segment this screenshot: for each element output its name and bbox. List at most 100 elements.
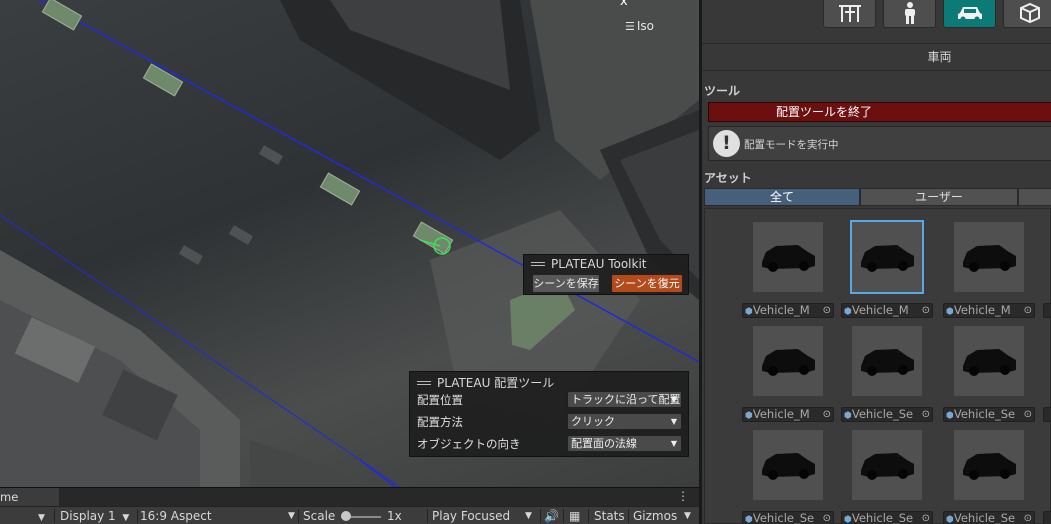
asset-tile[interactable] xyxy=(852,326,922,396)
asset-name: Vehicle_Se xyxy=(851,407,914,421)
target-icon[interactable]: ⊙ xyxy=(823,408,831,421)
asset-tile[interactable] xyxy=(850,220,924,294)
vehicle-thumbnail-icon xyxy=(963,245,1016,272)
tools-label: ツール xyxy=(704,84,741,98)
asset-object-field[interactable] xyxy=(1043,303,1051,318)
asset-tile[interactable] xyxy=(954,326,1024,396)
asset-tile[interactable] xyxy=(954,430,1024,500)
placement-title: PLATEAU 配置ツール xyxy=(437,376,555,390)
asset-name: Vehicle_Se xyxy=(752,511,815,524)
asset-name: Vehicle_Se xyxy=(851,511,914,524)
tab-game[interactable]: me xyxy=(0,488,59,507)
grip-icon[interactable] xyxy=(531,262,545,266)
placement-method-select[interactable]: クリック ▼ xyxy=(567,413,682,430)
plateau-panel: 車両 ツール 配置ツールを終了 ! 配置モードを実行中 アセット 全て ユーザー… xyxy=(702,0,1051,524)
asset-object-field[interactable]: ⬢Vehicle_M ⊙ xyxy=(742,303,834,318)
close-icon[interactable]: x xyxy=(620,0,628,9)
asset-name: Vehicle_Se xyxy=(953,407,1016,421)
placement-position-value: トラックに沿って配置 xyxy=(571,393,681,406)
iso-toggle[interactable]: ☰ Iso xyxy=(625,19,654,33)
vehicle-thumbnail-icon xyxy=(861,453,914,480)
person-icon xyxy=(904,1,915,24)
gizmos-dropdown[interactable]: Gizmos ▼ xyxy=(633,507,691,524)
aspect-dropdown[interactable]: 16:9 Aspect ▼ xyxy=(140,507,295,524)
asset-object-field[interactable]: ⬢Vehicle_Se ⊙ xyxy=(742,511,834,524)
asset-name: Vehicle_M xyxy=(752,303,810,317)
scale-label: Scale xyxy=(303,509,336,523)
asset-object-field[interactable]: ⬢Vehicle_M ⊙ xyxy=(742,407,834,422)
prefab-icon: ⬢ xyxy=(745,515,753,524)
asset-tile[interactable] xyxy=(852,430,922,500)
vehicle-thumbnail-icon xyxy=(963,349,1016,376)
prefab-icon: ⬢ xyxy=(745,307,753,317)
stats-button[interactable]: Stats xyxy=(594,507,625,524)
target-icon[interactable]: ⊙ xyxy=(1024,304,1032,317)
asset-tile[interactable] xyxy=(753,430,823,500)
more-options-icon[interactable]: ⋮ xyxy=(677,489,689,503)
vehicle-thumbnail-icon xyxy=(762,349,815,376)
target-icon[interactable]: ⊙ xyxy=(823,304,831,317)
prefab-icon: ⬢ xyxy=(844,515,852,524)
object-orientation-value: 配置面の法線 xyxy=(571,437,637,450)
target-icon[interactable]: ⊙ xyxy=(823,512,831,524)
prefab-icon: ⬢ xyxy=(745,411,753,421)
chevron-down-icon[interactable]: ▼ xyxy=(38,507,45,524)
vehicle-thumbnail-icon xyxy=(762,245,815,272)
tab-all[interactable]: 全て xyxy=(704,188,860,206)
tab-user[interactable]: ユーザー xyxy=(860,188,1018,206)
scale-value: 1x xyxy=(387,509,402,523)
category-person-button[interactable] xyxy=(883,0,936,28)
prefab-icon: ⬢ xyxy=(844,307,852,317)
category-vehicle-button[interactable] xyxy=(943,0,996,28)
asset-object-field[interactable]: ⬢Vehicle_M ⊙ xyxy=(841,303,933,318)
assets-label: アセット xyxy=(704,171,752,185)
asset-object-field[interactable]: ⬢Vehicle_Se ⊙ xyxy=(841,407,933,422)
end-placement-button[interactable]: 配置ツールを終了 xyxy=(708,102,1051,122)
asset-tile[interactable] xyxy=(753,326,823,396)
target-icon[interactable]: ⊙ xyxy=(922,304,930,317)
placement-position-label: 配置位置 xyxy=(417,393,463,407)
game-toolbar: ▼ Display 1 ▼ 16:9 Aspect ▼ Scale 1x Play… xyxy=(0,506,699,524)
scale-slider-thumb[interactable] xyxy=(341,511,351,521)
placement-position-select[interactable]: トラックに沿って配置 ▼ xyxy=(567,391,682,408)
asset-object-field[interactable] xyxy=(1043,511,1051,524)
toolkit-title: PLATEAU Toolkit xyxy=(551,257,647,271)
menu-lines-icon: ☰ xyxy=(625,20,635,33)
category-pole-button[interactable] xyxy=(823,0,876,28)
scene-view[interactable]: x ☰ Iso PLATEAU Toolkit シーンを保存 シーンを復元 PLA… xyxy=(0,0,699,487)
category-object-button[interactable] xyxy=(1003,0,1051,28)
asset-object-field[interactable] xyxy=(1043,407,1051,422)
restore-scene-button[interactable]: シーンを復元 xyxy=(611,274,683,293)
display-dropdown[interactable]: Display 1 ▼ xyxy=(60,507,129,524)
pole-icon xyxy=(838,4,861,22)
target-icon[interactable]: ⊙ xyxy=(1024,512,1032,524)
save-scene-button[interactable]: シーンを保存 xyxy=(532,274,600,293)
vehicle-thumbnail-icon xyxy=(861,245,914,272)
grid-icon[interactable]: ▦ xyxy=(569,507,580,524)
cube-icon xyxy=(1019,2,1040,23)
asset-name: Vehicle_Se xyxy=(953,511,1016,524)
audio-icon[interactable]: 🔊 xyxy=(544,507,559,524)
asset-name: Vehicle_M xyxy=(851,303,909,317)
placement-method-label: 配置方法 xyxy=(417,415,463,429)
object-orientation-label: オブジェクトの向き xyxy=(417,437,521,451)
help-text: 配置モードを実行中 xyxy=(744,139,839,151)
play-mode-dropdown[interactable]: Play Focused ▼ xyxy=(432,507,532,524)
iso-label: Iso xyxy=(636,19,655,33)
dropdown-arrow-icon: ▼ xyxy=(670,417,677,426)
asset-object-field[interactable]: ⬢Vehicle_Se ⊙ xyxy=(943,407,1035,422)
placement-overlay: PLATEAU 配置ツール 配置位置 トラックに沿って配置 ▼ 配置方法 クリック… xyxy=(409,371,689,457)
asset-object-field[interactable]: ⬢Vehicle_M ⊙ xyxy=(943,303,1035,318)
object-orientation-select[interactable]: 配置面の法線 ▼ xyxy=(567,435,682,452)
asset-object-field[interactable]: ⬢Vehicle_Se ⊙ xyxy=(841,511,933,524)
asset-tile[interactable] xyxy=(753,222,823,292)
vehicle-thumbnail-icon xyxy=(762,453,815,480)
target-icon[interactable]: ⊙ xyxy=(922,408,930,421)
target-icon[interactable]: ⊙ xyxy=(1024,408,1032,421)
prefab-icon: ⬢ xyxy=(946,515,954,524)
asset-tile[interactable] xyxy=(954,222,1024,292)
asset-object-field[interactable]: ⬢Vehicle_Se ⊙ xyxy=(943,511,1035,524)
tab-more[interactable] xyxy=(1018,188,1051,206)
grip-icon[interactable] xyxy=(417,380,431,385)
target-icon[interactable]: ⊙ xyxy=(922,512,930,524)
